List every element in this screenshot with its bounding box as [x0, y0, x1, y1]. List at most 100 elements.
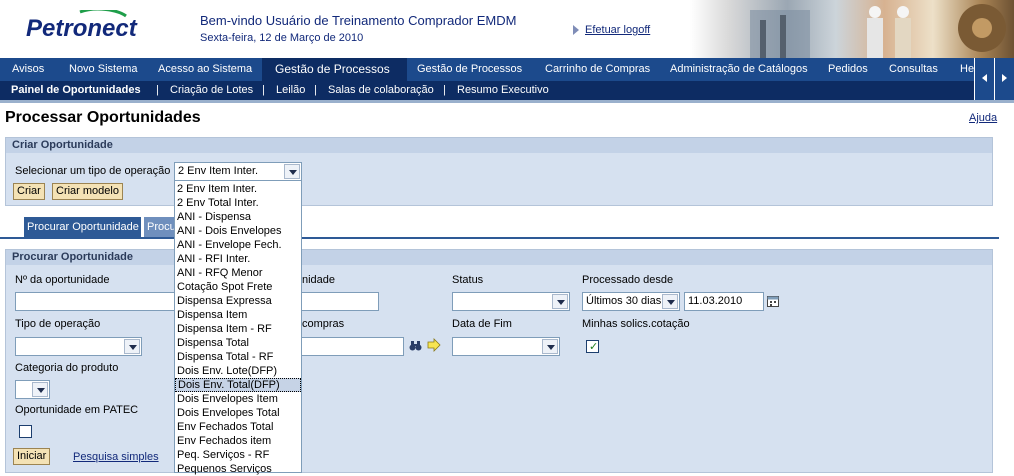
chevron-down-icon[interactable]	[552, 294, 568, 309]
tab-procurar-other[interactable]: Procurar	[144, 217, 174, 237]
dropdown-option[interactable]: Peq. Serviços - RF	[175, 448, 301, 462]
numero-oportunidade-input[interactable]	[15, 292, 175, 311]
subnav-separator: |	[156, 84, 159, 96]
minhas-solics-checkbox[interactable]: ✓	[586, 340, 599, 353]
subnav-leilao[interactable]: Leilão	[276, 81, 305, 100]
dropdown-option[interactable]: ANI - RFQ Menor	[175, 266, 301, 280]
header-banner-photo	[690, 0, 1014, 58]
chevron-down-icon[interactable]	[32, 382, 48, 397]
nav-bottom-rule	[0, 100, 1014, 103]
dropdown-option[interactable]: ANI - Envelope Fech.	[175, 238, 301, 252]
dropdown-option[interactable]: ANI - RFI Inter.	[175, 252, 301, 266]
subnav-separator: |	[314, 84, 317, 96]
dropdown-option[interactable]: Dois Envelopes Total	[175, 406, 301, 420]
categoria-produto-select[interactable]	[15, 380, 50, 399]
grupo-compras-label: compras	[302, 318, 345, 330]
arrow-right-icon[interactable]	[427, 338, 441, 352]
calendar-icon[interactable]	[767, 295, 780, 308]
chevron-down-icon[interactable]	[284, 164, 300, 179]
nav-avisos[interactable]: Avisos	[12, 58, 44, 81]
oportunidade-patec-checkbox[interactable]	[19, 425, 32, 438]
dropdown-option-selected[interactable]: Dois Env. Total(DFP)	[175, 378, 301, 392]
panel-header	[6, 250, 992, 265]
nav-scroll-right-button[interactable]	[994, 58, 1014, 100]
dropdown-option[interactable]: Env Fechados Total	[175, 420, 301, 434]
nav-consultas[interactable]: Consultas	[889, 58, 938, 81]
processado-data-value: 11.03.2010	[688, 295, 743, 307]
status-label: Status	[452, 274, 484, 286]
dropdown-option[interactable]: Cotação Spot Frete	[175, 280, 301, 294]
panel-title: Procurar Oportunidade	[12, 251, 134, 263]
subnav-separator: |	[443, 84, 446, 96]
chevron-right-icon	[1002, 74, 1007, 82]
dropdown-option[interactable]: ANI - Dois Envelopes	[175, 224, 301, 238]
nav-carrinho-compras[interactable]: Carrinho de Compras	[545, 58, 650, 81]
nav-novo-sistema[interactable]: Novo Sistema	[69, 58, 137, 81]
select-operation-label: Selecionar um tipo de operação	[15, 165, 171, 177]
tipo-operacao-label: Tipo de operação	[15, 318, 101, 330]
panel-title: Criar Oportunidade	[12, 139, 113, 151]
help-link[interactable]: Ajuda	[969, 112, 997, 124]
nav-gestao-processos-active[interactable]: Gestão de Processos	[275, 58, 390, 81]
nav-gestao-processos[interactable]: Gestão de Processos	[417, 58, 522, 81]
tab-strip-rule	[0, 237, 999, 239]
dropdown-option[interactable]: Pequenos Serviços	[175, 462, 301, 476]
processado-periodo-select[interactable]: Últimos 30 dias	[582, 292, 680, 311]
dropdown-option[interactable]: Dispensa Total - RF	[175, 350, 301, 364]
dropdown-option[interactable]: ANI - Dispensa	[175, 210, 301, 224]
pesquisa-simples-link[interactable]: Pesquisa simples	[73, 451, 159, 463]
dropdown-option[interactable]: Dispensa Expressa	[175, 294, 301, 308]
subnav-resumo-executivo[interactable]: Resumo Executivo	[457, 81, 549, 100]
svg-text:Petronect: Petronect	[26, 15, 138, 42]
descricao-oportunidade-input[interactable]	[302, 292, 379, 311]
subnav-salas-colaboracao[interactable]: Salas de colaboração	[328, 81, 434, 100]
operation-type-dropdown-list: 2 Env Item Inter. 2 Env Total Inter. ANI…	[174, 180, 302, 476]
criar-modelo-button[interactable]: Criar modelo	[52, 183, 123, 200]
dropdown-option[interactable]: Dispensa Item - RF	[175, 322, 301, 336]
logoff-arrow-icon	[573, 25, 579, 35]
page-title: Processar Oportunidades	[5, 109, 201, 126]
nav-pedidos[interactable]: Pedidos	[828, 58, 868, 81]
tipo-operacao-select[interactable]	[15, 337, 142, 356]
dropdown-option[interactable]: 2 Env Item Inter.	[175, 182, 301, 196]
dropdown-option[interactable]: Dispensa Item	[175, 308, 301, 322]
dropdown-option[interactable]: Dois Env. Lote(DFP)	[175, 364, 301, 378]
grupo-compras-input[interactable]	[302, 337, 404, 356]
iniciar-button[interactable]: Iniciar	[13, 448, 51, 465]
subnav-painel-oportunidades[interactable]: Painel de Oportunidades	[11, 81, 141, 100]
descricao-oportunidade-label: nidade	[302, 274, 336, 286]
panel-header	[6, 138, 992, 153]
header: Petronect Bem-vindo Usuário de Treinamen…	[0, 0, 1014, 58]
numero-oportunidade-label: Nº da oportunidade	[15, 274, 110, 286]
nav-administracao-catalogos[interactable]: Administração de Catálogos	[670, 58, 808, 81]
binoculars-icon[interactable]	[409, 340, 422, 352]
current-date: Sexta-feira, 12 de Março de 2010	[200, 32, 364, 44]
chevron-down-icon[interactable]	[124, 339, 140, 354]
tab-procurar-oportunidade[interactable]: Procurar Oportunidade	[24, 217, 141, 237]
operation-type-select[interactable]: 2 Env Item Inter.	[174, 162, 302, 181]
chevron-down-icon[interactable]	[542, 339, 558, 354]
dropdown-option[interactable]: Dispensa Total	[175, 336, 301, 350]
chevron-left-icon	[982, 74, 987, 82]
subnav-criacao-lotes[interactable]: Criação de Lotes	[170, 81, 253, 100]
status-select[interactable]	[452, 292, 570, 311]
dropdown-option[interactable]: Dois Envelopes Item	[175, 392, 301, 406]
welcome-message: Bem-vindo Usuário de Treinamento Comprad…	[200, 13, 517, 28]
processado-periodo-value: Últimos 30 dias	[586, 295, 662, 307]
logoff-link[interactable]: Efetuar logoff	[585, 24, 650, 36]
criar-button[interactable]: Criar	[13, 183, 45, 200]
dropdown-option[interactable]: 2 Env Total Inter.	[175, 196, 301, 210]
processado-data-input[interactable]: 11.03.2010	[684, 292, 764, 311]
nav-scroll-left-button[interactable]	[974, 58, 994, 100]
operation-type-value: 2 Env Item Inter.	[178, 165, 259, 177]
petronect-logo[interactable]: Petronect	[26, 10, 156, 44]
subnav-separator: |	[262, 84, 265, 96]
nav-acesso-sistema[interactable]: Acesso ao Sistema	[158, 58, 252, 81]
minhas-solics-label: Minhas solics.cotação	[582, 318, 690, 330]
procurar-oportunidade-panel: Procurar Oportunidade	[5, 249, 993, 473]
nav-truncated-item[interactable]: He	[960, 58, 974, 81]
data-fim-label: Data de Fim	[452, 318, 512, 330]
chevron-down-icon[interactable]	[662, 294, 678, 309]
dropdown-option[interactable]: Env Fechados item	[175, 434, 301, 448]
data-fim-select[interactable]	[452, 337, 560, 356]
